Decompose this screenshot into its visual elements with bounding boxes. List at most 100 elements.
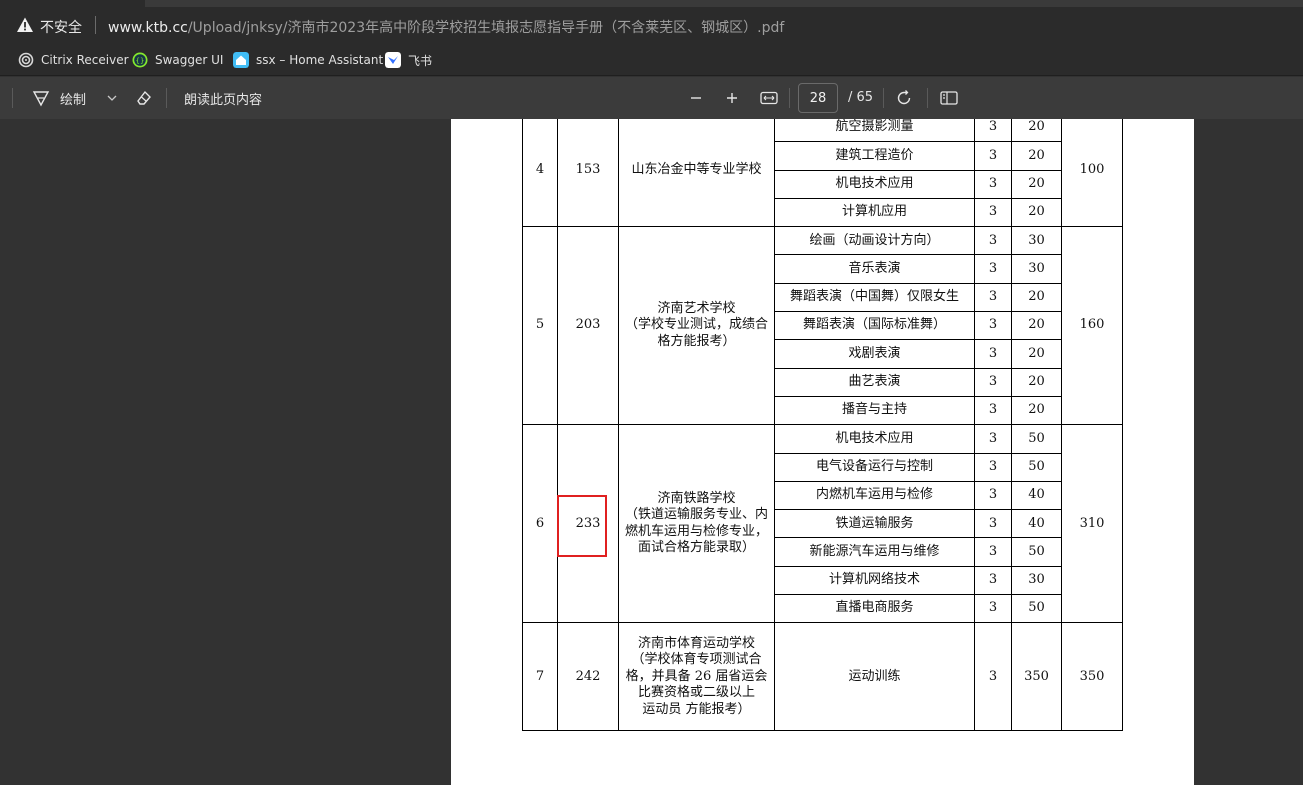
study-years-cell: 3 [974, 594, 1012, 624]
school-code-cell: 153 [557, 119, 619, 228]
study-years-cell: 3 [974, 282, 1012, 313]
table-row: 6 233 济南铁路学校 （铁道运输服务专业、内 燃机车运用与检修专业， 面试合格方能录取… [522, 424, 1123, 624]
major-name-cell: 铁道运输服务 [774, 509, 975, 539]
read-aloud-label: 朗读此页内容 [184, 92, 263, 108]
bookmark-feishu[interactable]: 飞书 [385, 50, 432, 70]
major-name-cell: 计算机网络技术 [774, 565, 975, 596]
toolbar-divider [12, 88, 13, 108]
major-name-cell: 音乐表演 [774, 254, 975, 284]
plan-count-cell: 40 [1011, 509, 1062, 539]
bookmark-swagger-ui[interactable]: {} Swagger UI [132, 50, 223, 70]
page-view-button[interactable] [940, 77, 958, 119]
plan-count-cell: 30 [1011, 565, 1062, 596]
read-aloud-button[interactable]: 朗读此页内容 [184, 77, 262, 119]
tab-strip-edge [145, 0, 1303, 7]
rotate-icon [897, 90, 911, 105]
study-years-cell: 3 [974, 509, 1012, 539]
school-name-line: （学校专业测试，成绩合 [624, 317, 768, 333]
warning-icon[interactable] [16, 16, 34, 34]
home-assistant-icon [233, 52, 249, 68]
study-years-cell: 3 [974, 254, 1012, 284]
school-name-line: 面试合格方能录取） [637, 540, 755, 556]
major-name-cell: 新能源汽车运用与维修 [774, 537, 975, 567]
study-years-cell: 3 [974, 480, 1012, 511]
url-text[interactable]: www.ktb.cc/Upload/jnksy/济南市2023年高中阶段学校招生… [108, 17, 784, 37]
erase-button[interactable] [135, 77, 153, 119]
bookmark-label: ssx – Home Assistant [256, 53, 384, 67]
school-name-cell: 济南艺术学校 （学校专业测试，成绩合 格方能报考） [618, 226, 775, 426]
bookmark-home-assistant[interactable]: ssx – Home Assistant [233, 50, 383, 70]
study-years-cell: 3 [974, 367, 1012, 397]
draw-button[interactable]: 绘制 [32, 77, 86, 119]
fit-page-button[interactable] [760, 77, 778, 119]
school-name-line: 比赛资格或二级以上 [637, 685, 755, 701]
pdf-toolbar: 绘制 朗读此页内容 28 / 65 [0, 77, 1303, 119]
pdf-viewer[interactable]: 4 153 山东冶金中等专业学校 航空摄影测量 3 20 100 建筑工程造价 3 20 机电技术应… [0, 119, 1303, 785]
major-name-cell: 电气设备运行与控制 [774, 452, 975, 482]
toolbar-divider [789, 88, 790, 108]
rotate-button[interactable] [895, 77, 913, 119]
plan-count-cell: 20 [1011, 141, 1062, 171]
study-years-cell: 3 [974, 537, 1012, 567]
plan-count-cell: 20 [1011, 367, 1062, 397]
plan-count-cell: 50 [1011, 537, 1062, 567]
draw-icon [32, 91, 50, 107]
major-name-cell: 内燃机车运用与检修 [774, 480, 975, 511]
major-name-cell: 建筑工程造价 [774, 141, 975, 171]
plan-count-cell: 30 [1011, 254, 1062, 284]
zoom-out-button[interactable] [689, 77, 703, 119]
major-name-cell: 计算机应用 [774, 197, 975, 228]
school-name-line: （铁道运输服务专业、内 [624, 507, 768, 523]
school-name-cell: 山东冶金中等专业学校 [618, 119, 775, 228]
school-name-line: 济南铁路学校 [657, 490, 736, 506]
security-label[interactable]: 不安全 [40, 17, 82, 37]
major-name-cell: 舞蹈表演（国际标准舞） [774, 311, 975, 341]
feishu-icon [385, 52, 401, 68]
school-name-cell: 济南市体育运动学校 （学校体育专项测试合 格，并具备 26 届省运会 比赛资格或二级以… [618, 622, 775, 732]
plan-count-cell: 30 [1011, 226, 1062, 256]
bookmarks-bar: Citrix Receiver {} Swagger UI ssx – Home… [0, 44, 1303, 76]
study-years-cell: 3 [974, 169, 1012, 199]
plan-count-cell: 20 [1011, 311, 1062, 341]
toolbar-divider [927, 88, 928, 108]
url-host: www.ktb.cc [108, 20, 188, 36]
bookmark-label: Swagger UI [155, 53, 224, 67]
plan-count-cell: 50 [1011, 424, 1062, 454]
row-index-cell: 7 [522, 622, 558, 732]
study-years-cell: 3 [974, 141, 1012, 171]
plan-count-cell: 20 [1011, 395, 1062, 426]
plan-count-cell: 20 [1011, 282, 1062, 313]
page-total: / 65 [848, 90, 874, 105]
study-years-cell: 3 [974, 197, 1012, 228]
major-name-cell: 运动训练 [774, 622, 975, 732]
school-name-line: （学校体育专项测试合 [631, 652, 762, 668]
row-index-cell: 4 [522, 119, 558, 228]
eraser-icon [137, 90, 151, 105]
svg-text:{}: {} [136, 57, 145, 65]
school-name-line: 燃机车运用与检修专业， [624, 523, 768, 539]
row-index-cell: 5 [522, 226, 558, 426]
major-name-cell: 绘画（动画设计方向） [774, 226, 975, 256]
school-total-cell: 310 [1061, 424, 1123, 624]
zoom-in-button[interactable] [725, 77, 739, 119]
draw-options-dropdown[interactable] [106, 77, 118, 119]
study-years-cell: 3 [974, 565, 1012, 596]
plan-count-cell: 40 [1011, 480, 1062, 511]
study-years-cell: 3 [974, 395, 1012, 426]
page-number-input[interactable]: 28 [798, 83, 838, 113]
fit-width-icon [760, 91, 778, 105]
address-separator [95, 16, 96, 34]
draw-label: 绘制 [60, 92, 87, 108]
major-name-cell: 机电技术应用 [774, 169, 975, 199]
school-name-line: 济南艺术学校 [657, 300, 736, 316]
bookmark-citrix-receiver[interactable]: Citrix Receiver [18, 50, 129, 70]
study-years-cell: 3 [974, 226, 1012, 256]
study-years-cell: 3 [974, 452, 1012, 482]
study-years-cell: 3 [974, 339, 1012, 369]
plan-count-cell: 20 [1011, 339, 1062, 369]
major-name-cell: 曲艺表演 [774, 367, 975, 397]
address-bar[interactable]: 不安全 www.ktb.cc/Upload/jnksy/济南市2023年高中阶段… [0, 0, 1303, 44]
major-name-cell: 播音与主持 [774, 395, 975, 426]
major-name-cell: 航空摄影测量 [774, 119, 975, 143]
swagger-icon: {} [132, 52, 148, 68]
